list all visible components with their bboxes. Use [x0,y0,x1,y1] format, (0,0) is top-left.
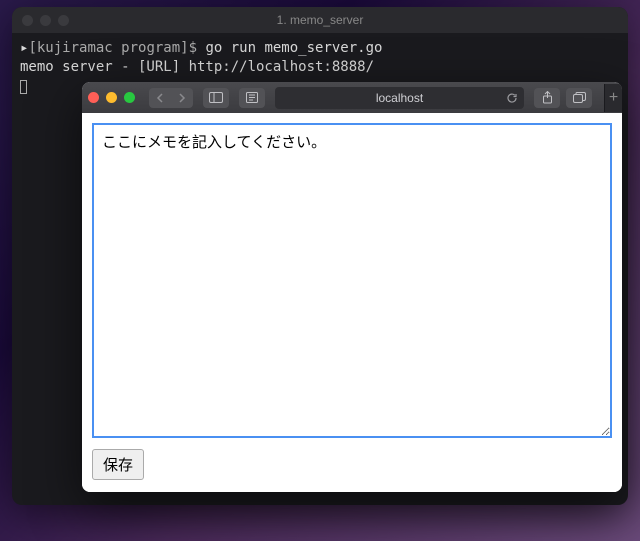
reload-button[interactable] [506,92,518,104]
terminal-traffic-lights [22,15,69,26]
tabs-button[interactable] [566,88,592,108]
page-body: 保存 [82,113,622,492]
tabs-icon [573,92,586,103]
plus-icon: + [609,89,618,107]
reader-button[interactable] [239,88,265,108]
save-button[interactable]: 保存 [92,449,144,480]
browser-traffic-lights [88,92,135,103]
terminal-cursor [20,80,27,94]
toolbar-right [534,88,592,108]
terminal-prompt: [kujiramac program]$ [28,40,197,56]
sidebar-button[interactable] [203,88,229,108]
forward-button[interactable] [171,88,193,108]
sidebar-icon [209,92,223,103]
minimize-icon[interactable] [40,15,51,26]
close-icon[interactable] [22,15,33,26]
close-icon[interactable] [88,92,99,103]
terminal-titlebar: 1. memo_server [12,7,628,33]
terminal-command: go run memo_server.go [197,40,382,56]
chevron-left-icon [156,93,164,103]
reader-icon [246,92,258,103]
memo-textarea[interactable] [92,123,612,438]
reload-icon [506,92,518,104]
chevron-right-icon [178,93,186,103]
terminal-output: memo server - [URL] http://localhost:888… [20,58,620,77]
maximize-icon[interactable] [58,15,69,26]
address-text: localhost [376,91,423,105]
minimize-icon[interactable] [106,92,117,103]
browser-toolbar: localhost + [82,82,622,113]
nav-back-forward [149,88,193,108]
share-button[interactable] [534,88,560,108]
maximize-icon[interactable] [124,92,135,103]
back-button[interactable] [149,88,171,108]
address-bar[interactable]: localhost [275,87,524,109]
newtab-button[interactable]: + [604,84,622,112]
share-icon [542,91,553,104]
terminal-title: 1. memo_server [12,13,628,27]
browser-window: localhost + 保存 [82,82,622,492]
